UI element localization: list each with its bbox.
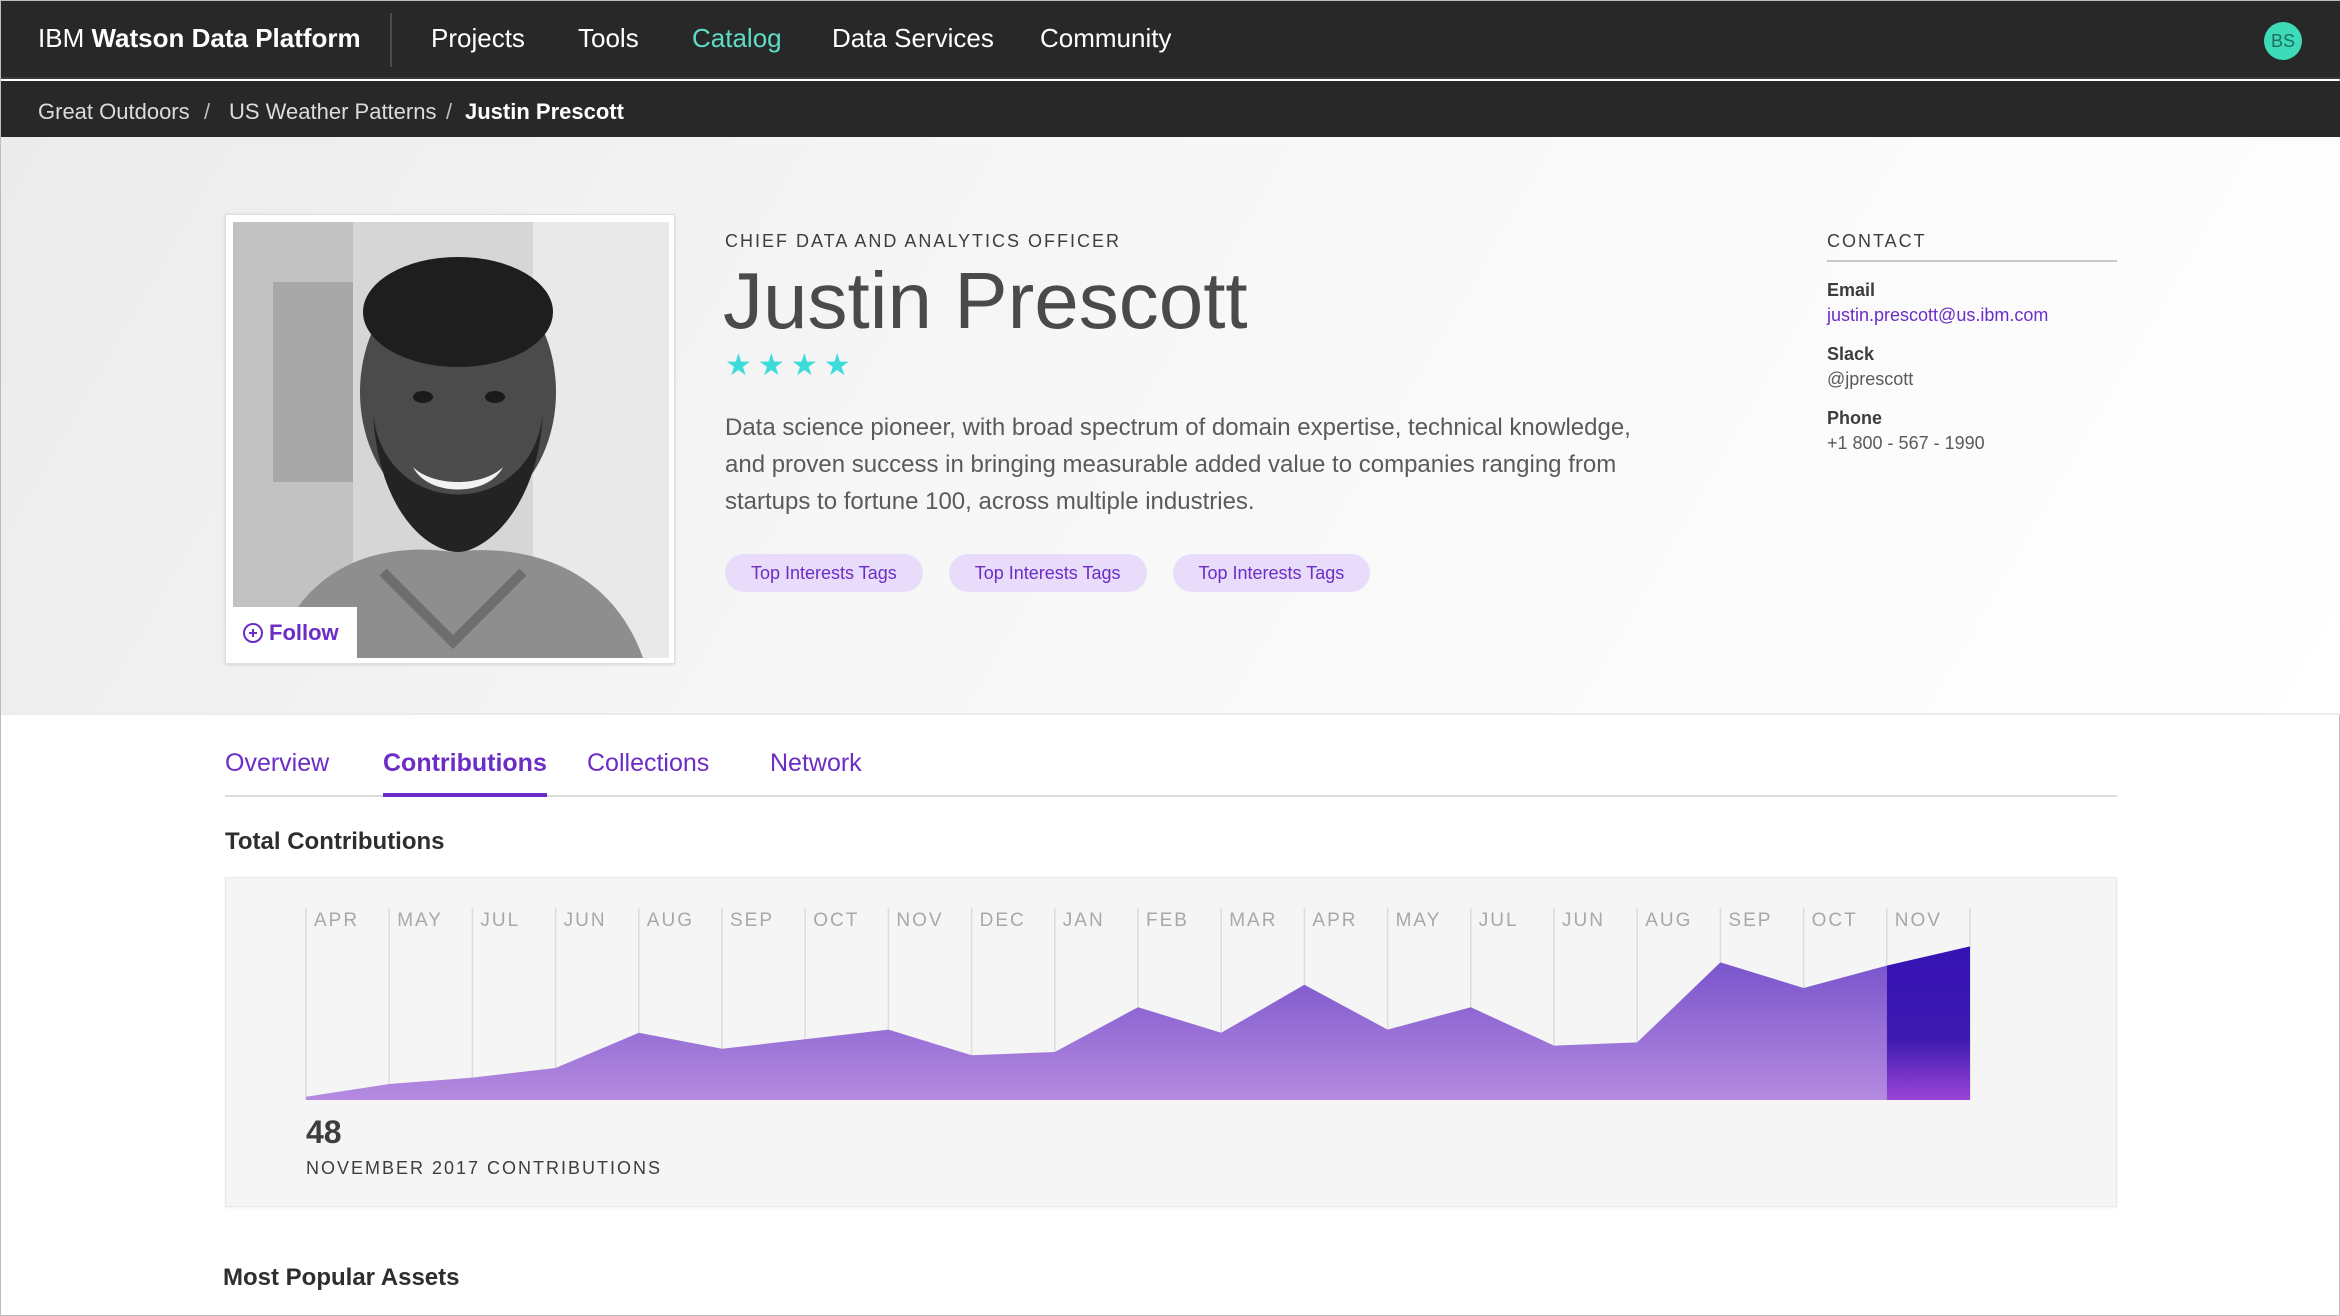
top-nav: IBM Watson Data Platform Projects Tools … bbox=[1, 1, 2340, 79]
breadcrumb-item-us-weather-patterns[interactable]: US Weather Patterns bbox=[229, 99, 436, 125]
chart-x-tick-label: AUG bbox=[1645, 910, 1692, 931]
portrait-illustration bbox=[233, 222, 669, 658]
nav-item-catalog[interactable]: Catalog bbox=[692, 23, 782, 54]
chart-x-tick-label: APR bbox=[314, 910, 359, 931]
chart-x-tick-label: FEB bbox=[1146, 910, 1189, 931]
star-icon: ★ bbox=[823, 349, 851, 382]
profile-photo bbox=[233, 222, 669, 658]
chart-x-tick-label: AUG bbox=[647, 910, 694, 931]
phone-label: Phone bbox=[1827, 408, 1883, 428]
nav-item-projects[interactable]: Projects bbox=[431, 23, 525, 54]
interest-tags: Top Interests Tags Top Interests Tags To… bbox=[725, 554, 1371, 592]
chart-area-series bbox=[306, 962, 1887, 1100]
nav-divider bbox=[390, 13, 392, 67]
chart-highlight-segment[interactable] bbox=[1886, 946, 1970, 1100]
interest-tag[interactable]: Top Interests Tags bbox=[1172, 554, 1371, 592]
star-icon: ★ bbox=[725, 349, 752, 382]
interest-tag[interactable]: Top Interests Tags bbox=[948, 554, 1147, 592]
add-circle-icon bbox=[243, 622, 263, 643]
brand-name: Watson Data Platform bbox=[91, 23, 361, 53]
follow-button[interactable]: Follow bbox=[233, 607, 357, 658]
tab-network[interactable]: Network bbox=[770, 749, 862, 797]
nav-item-tools[interactable]: Tools bbox=[578, 23, 639, 54]
chart-x-tick-label: MAY bbox=[1396, 910, 1442, 931]
brand-logo[interactable]: IBM Watson Data Platform bbox=[38, 23, 361, 54]
star-icon: ★ bbox=[790, 349, 818, 382]
user-avatar[interactable]: BS bbox=[2264, 22, 2302, 60]
chart-x-tick-label: JAN bbox=[1063, 910, 1105, 931]
chart-x-tick-label: OCT bbox=[813, 910, 859, 931]
nav-item-data-services[interactable]: Data Services bbox=[832, 23, 994, 54]
star-icon: ★ bbox=[757, 349, 785, 382]
contributions-count: 48 bbox=[306, 1114, 342, 1150]
breadcrumb-separator: / bbox=[446, 99, 453, 124]
contributions-chart-card: APR MAY JUL JUN AUG SEP OCT NOV DEC JAN FEB MAR APR M… bbox=[225, 877, 2117, 1207]
chart-x-tick-label: NOV bbox=[896, 910, 943, 931]
tab-collections[interactable]: Collections bbox=[587, 749, 709, 797]
phone-number: +1 800 - 567 - 1990 bbox=[1827, 433, 1985, 453]
chart-x-tick-label: MAY bbox=[397, 910, 443, 931]
contact-heading: CONTACT bbox=[1827, 231, 2117, 262]
email-label: Email bbox=[1827, 280, 1876, 300]
chart-x-tick-label: JUN bbox=[564, 910, 607, 931]
chart-x-tick-label: DEC bbox=[980, 910, 1026, 931]
breadcrumb-separator: / bbox=[204, 99, 211, 124]
chart-x-tick-label: OCT bbox=[1812, 910, 1858, 931]
chart-x-tick-label: SEP bbox=[730, 910, 774, 931]
chart-x-tick-label: JUL bbox=[480, 910, 520, 931]
interest-tag[interactable]: Top Interests Tags bbox=[725, 554, 923, 592]
slack-handle: @jprescott bbox=[1827, 369, 1914, 389]
breadcrumb-item-great-outdoors[interactable]: Great Outdoors bbox=[38, 99, 190, 125]
chart-x-tick-label: SEP bbox=[1728, 910, 1772, 931]
brand-prefix: IBM bbox=[38, 23, 85, 53]
profile-photo-card: Follow bbox=[225, 214, 675, 664]
chart-x-tick-label: JUL bbox=[1479, 910, 1519, 931]
job-title: CHIEF DATA AND ANALYTICS OFFICER bbox=[725, 231, 1122, 251]
email-link[interactable]: justin.prescott@us.ibm.com bbox=[1827, 305, 2117, 326]
chart-x-tick-label: MAR bbox=[1229, 910, 1277, 931]
total-contributions-title: Total Contributions bbox=[225, 828, 445, 855]
contact-panel: CONTACT Email justin.prescott@us.ibm.com… bbox=[1827, 231, 2117, 454]
chart-x-tick-label: NOV bbox=[1895, 910, 1942, 931]
profile-tabs: Overview Contributions Collections Netwo… bbox=[225, 749, 2117, 797]
tab-contributions[interactable]: Contributions bbox=[383, 749, 547, 797]
chart-x-tick-label: APR bbox=[1312, 910, 1357, 931]
rating-stars: ★ ★ ★ ★ bbox=[725, 351, 851, 381]
tab-overview[interactable]: Overview bbox=[225, 749, 329, 797]
breadcrumb-item-current: Justin Prescott bbox=[465, 99, 624, 124]
breadcrumb: Great Outdoors / US Weather Patterns / J… bbox=[1, 81, 2340, 137]
nav-item-community[interactable]: Community bbox=[1040, 23, 1171, 54]
chart-x-tick-label: JUN bbox=[1562, 910, 1605, 931]
most-popular-assets-title: Most Popular Assets bbox=[223, 1264, 460, 1291]
contributions-caption: NOVEMBER 2017 CONTRIBUTIONS bbox=[306, 1158, 663, 1178]
follow-label: Follow bbox=[269, 619, 339, 645]
slack-label: Slack bbox=[1827, 344, 1875, 364]
profile-name: Justin Prescott bbox=[723, 256, 1248, 345]
profile-bio: Data science pioneer, with broad spectru… bbox=[725, 414, 1631, 515]
